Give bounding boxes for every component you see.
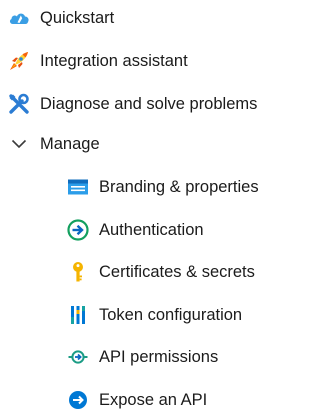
nav-item-diagnose[interactable]: Diagnose and solve problems (0, 86, 268, 122)
expose-api-icon (67, 389, 89, 411)
nav-item-integration-assistant[interactable]: Integration assistant (0, 43, 268, 79)
nav-item-label: Expose an API (99, 390, 208, 409)
nav-item-label: Token configuration (99, 305, 243, 324)
token-configuration-icon (67, 304, 89, 326)
nav-item-label: Integration assistant (40, 51, 188, 70)
nav-item-label: Certificates & secrets (99, 262, 255, 281)
nav-item-label: Branding & properties (99, 177, 259, 196)
rocket-icon (8, 50, 30, 72)
nav-item-authentication[interactable]: Authentication (0, 212, 268, 248)
cloud-quickstart-icon (8, 7, 30, 29)
nav-item-branding[interactable]: Branding & properties (0, 169, 268, 205)
authentication-icon (67, 219, 89, 241)
nav-item-label: Diagnose and solve problems (40, 94, 258, 113)
nav-group-label: Manage (40, 134, 100, 153)
wrench-icon (8, 93, 30, 115)
nav-item-quickstart[interactable]: Quickstart (0, 0, 268, 36)
nav-item-label: API permissions (99, 347, 219, 366)
nav-item-api-permissions[interactable]: API permissions (0, 339, 268, 375)
chevron-down-icon[interactable] (8, 133, 30, 155)
branding-icon (67, 176, 89, 198)
nav-item-label: Quickstart (40, 8, 115, 27)
nav-item-token-configuration[interactable]: Token configuration (0, 297, 268, 333)
nav-item-expose-api[interactable]: Expose an API (0, 382, 268, 418)
nav-item-label: Authentication (99, 220, 204, 239)
nav-item-certificates[interactable]: Certificates & secrets (0, 254, 268, 290)
api-permissions-icon (67, 346, 89, 368)
nav-group-manage[interactable]: Manage (0, 126, 268, 162)
key-icon (67, 261, 89, 283)
